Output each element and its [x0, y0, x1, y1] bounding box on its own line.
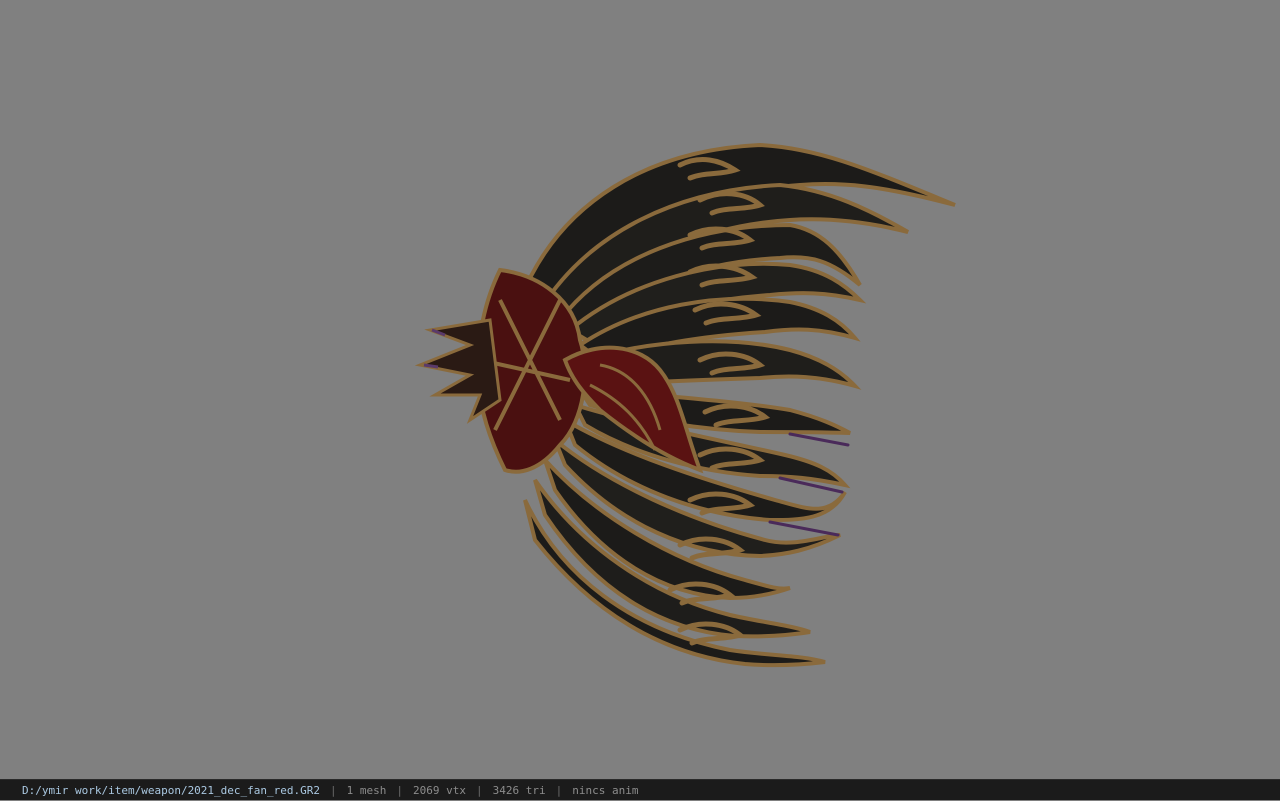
spiky-hub	[414, 318, 502, 424]
separator: |	[330, 783, 337, 797]
status-bar: D:/ymir work/item/weapon/2021_dec_fan_re…	[0, 779, 1280, 800]
separator: |	[555, 783, 563, 797]
3d-viewport[interactable]	[0, 0, 1280, 779]
separator: |	[476, 783, 483, 797]
file-path-label: D:/ymir work/item/weapon/2021_dec_fan_re…	[22, 783, 321, 797]
fan-weapon-model[interactable]	[0, 0, 1280, 779]
animation-status-label: nincs anim	[572, 783, 639, 797]
vertex-count-label: 2069 vtx	[413, 783, 466, 797]
triangle-count-label: 3426 tri	[492, 783, 546, 797]
mesh-count-label: 1 mesh	[346, 783, 387, 797]
separator: |	[396, 783, 404, 797]
